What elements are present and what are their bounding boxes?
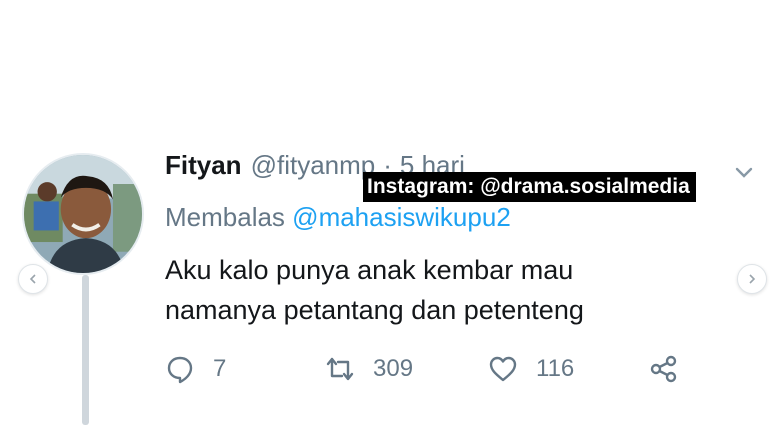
reply-count: 7 (213, 355, 227, 382)
share-icon (650, 355, 677, 383)
instagram-watermark: Instagram: @drama.sosialmedia (363, 172, 696, 202)
retweet-icon (326, 357, 354, 381)
replying-to: Membalas @mahasiswikupu2 (165, 202, 511, 233)
replying-mention-link[interactable]: @mahasiswikupu2 (292, 202, 511, 232)
avatar[interactable] (22, 153, 144, 275)
retweet-count: 309 (373, 355, 414, 382)
chevron-left-icon (29, 274, 36, 284)
like-count: 116 (536, 355, 575, 382)
heart-icon (489, 356, 517, 382)
next-arrow-button[interactable] (737, 264, 767, 294)
previous-arrow-button[interactable] (18, 264, 48, 294)
speech-bubble-icon (167, 356, 193, 384)
reply-button[interactable]: 7 (165, 351, 226, 387)
thread-line (82, 275, 89, 425)
watermark-text: Instagram: @drama.sosialmedia (367, 175, 690, 198)
author-name[interactable]: Fityan (165, 150, 242, 181)
replying-prefix: Membalas (165, 202, 285, 232)
tweet-text-line: Aku kalo punya anak kembar mau (165, 255, 574, 285)
tweet-actions: 7 309 116 (165, 351, 705, 387)
author-handle[interactable]: @fityanmp (251, 150, 376, 181)
share-button[interactable] (649, 351, 679, 387)
chevron-down-icon[interactable] (734, 166, 754, 180)
avatar-photo (24, 155, 142, 273)
tweet-text: Aku kalo punya anak kembar mau namanya p… (165, 250, 705, 330)
like-button[interactable]: 116 (488, 351, 574, 387)
tweet-text-line: namanya petantang dan petenteng (165, 295, 584, 325)
chevron-right-icon (749, 274, 756, 284)
retweet-button[interactable]: 309 (325, 351, 413, 387)
